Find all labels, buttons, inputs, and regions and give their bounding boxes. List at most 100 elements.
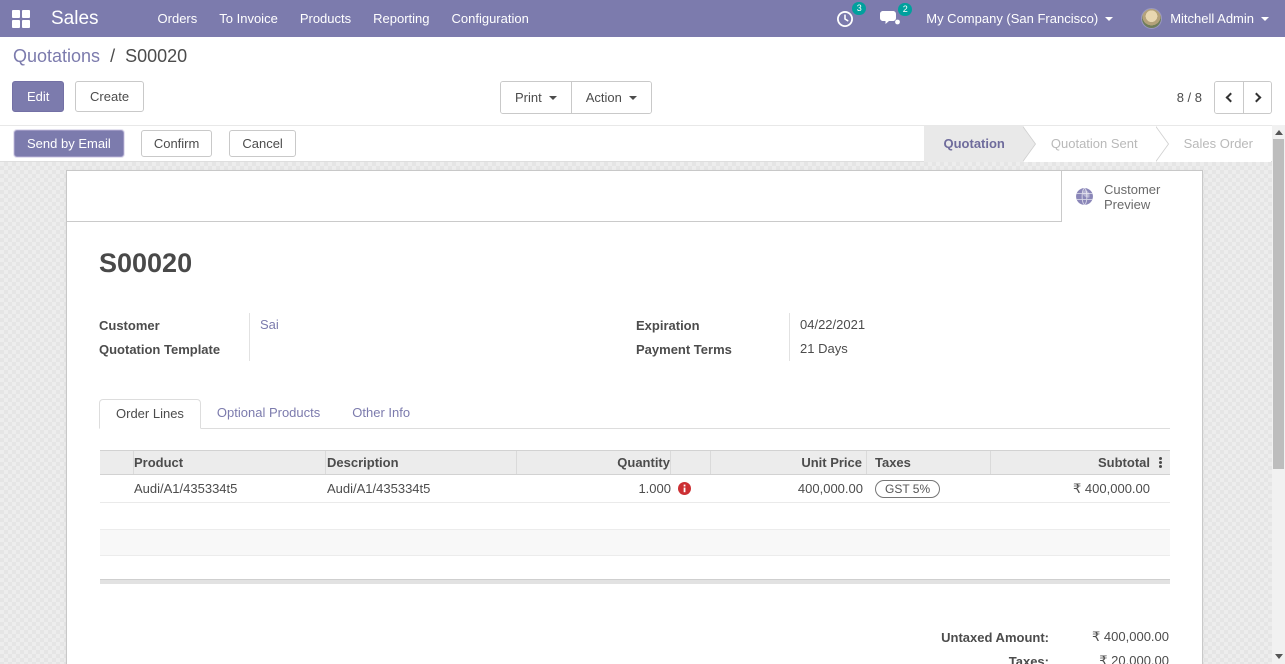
field-group: Customer Sai Quotation Template Expirati…: [67, 313, 1202, 361]
scroll-up-arrow[interactable]: [1272, 125, 1285, 139]
cell-product[interactable]: Audi/A1/435334t5: [134, 481, 326, 496]
taxes-row: Taxes: ₹ 20,000.00: [909, 649, 1169, 664]
print-dropdown-button[interactable]: Print: [501, 82, 571, 113]
customer-value-link[interactable]: Sai: [249, 313, 636, 337]
field-expiration: Expiration 04/22/2021: [636, 313, 1170, 337]
col-header-taxes[interactable]: Taxes: [867, 451, 991, 474]
statusbar: Send by Email Confirm Cancel Quotation Q…: [0, 125, 1285, 162]
col-header-product[interactable]: Product: [134, 451, 326, 474]
scrollbar-thumb[interactable]: [1273, 139, 1284, 469]
expiration-label: Expiration: [636, 317, 700, 333]
payment-terms-value[interactable]: 21 Days: [789, 337, 1170, 361]
customer-label: Customer: [99, 317, 160, 333]
field-quotation-template: Quotation Template: [99, 337, 636, 361]
app-brand-sales[interactable]: Sales: [51, 8, 99, 30]
confirm-button[interactable]: Confirm: [140, 130, 213, 157]
col-header-subtotal[interactable]: Subtotal: [991, 451, 1150, 474]
apps-grid-icon[interactable]: [12, 9, 30, 28]
totals-block: Untaxed Amount: ₹ 400,000.00 Taxes: ₹ 20…: [67, 625, 1169, 664]
empty-list-row[interactable]: [100, 503, 1170, 530]
cancel-button[interactable]: Cancel: [229, 130, 296, 157]
pager-next-button[interactable]: [1243, 82, 1271, 113]
send-by-email-button[interactable]: Send by Email: [14, 130, 124, 157]
chevron-down-icon: [548, 95, 557, 104]
tab-order-lines[interactable]: Order Lines: [99, 399, 201, 429]
optional-columns-icon[interactable]: [1150, 451, 1170, 474]
customer-preview-label: Customer Preview: [1104, 181, 1161, 212]
control-panel-buttons: Edit Create Print Action 8 / 8: [0, 81, 1285, 114]
taxes-label: Taxes:: [1008, 653, 1049, 664]
messages-badge: 2: [898, 2, 913, 16]
control-panel: Quotations / S00020 Edit Create Print Ac…: [0, 37, 1285, 125]
vertical-scrollbar[interactable]: [1272, 125, 1285, 664]
cell-unit-price[interactable]: 400,000.00: [711, 481, 867, 496]
cell-quantity[interactable]: 1.000: [517, 481, 671, 496]
empty-list-row[interactable]: [100, 556, 1170, 579]
untaxed-amount-value: ₹ 400,000.00: [1092, 629, 1169, 644]
pager-previous-button[interactable]: [1215, 82, 1243, 113]
field-customer: Customer Sai: [99, 313, 636, 337]
table-header-row: Product Description Quantity Unit Price …: [100, 450, 1170, 475]
scroll-down-arrow[interactable]: [1272, 649, 1285, 663]
menu-to-invoice[interactable]: To Invoice: [208, 0, 289, 37]
breadcrumb-separator: /: [110, 46, 116, 66]
globe-icon: [1076, 187, 1093, 206]
tab-other-info[interactable]: Other Info: [336, 399, 426, 429]
cell-subtotal: ₹ 400,000.00: [1073, 480, 1150, 496]
chevron-down-icon: [1105, 16, 1114, 25]
expiration-value[interactable]: 04/22/2021: [789, 313, 1170, 337]
empty-list-row[interactable]: [100, 530, 1170, 556]
cell-description[interactable]: Audi/A1/435334t5: [326, 481, 517, 496]
user-menu[interactable]: Mitchell Admin: [1141, 8, 1269, 29]
avatar: [1141, 8, 1163, 29]
breadcrumb-current: S00020: [125, 46, 188, 66]
forecast-info-icon[interactable]: [671, 482, 711, 495]
topbar-systray: 3 2 My Company (San Francisco) Mitchell …: [836, 1, 1269, 29]
create-button[interactable]: Create: [75, 81, 145, 112]
company-name: My Company (San Francisco): [926, 11, 1099, 26]
col-header-spacer: [671, 451, 711, 474]
menu-configuration[interactable]: Configuration: [441, 0, 540, 37]
list-resize-handle[interactable]: [100, 579, 1170, 584]
form-view-background: Customer Preview S00020 Customer Sai Quo…: [0, 162, 1285, 664]
chevron-right-icon: [1251, 92, 1261, 103]
quotation-template-label: Quotation Template: [99, 341, 221, 357]
menu-products[interactable]: Products: [289, 0, 362, 37]
status-pipeline: Quotation Quotation Sent Sales Order: [923, 125, 1271, 162]
company-switcher[interactable]: My Company (San Francisco): [926, 11, 1114, 26]
quotation-title: S00020: [99, 248, 193, 278]
stage-sales-order[interactable]: Sales Order: [1155, 125, 1271, 162]
payment-terms-label: Payment Terms: [636, 341, 732, 357]
pager-count: 8 / 8: [1176, 90, 1202, 105]
messages-icon[interactable]: 2: [880, 2, 913, 27]
row-drag-handle[interactable]: [100, 475, 134, 502]
untaxed-amount-label: Untaxed Amount:: [941, 629, 1049, 645]
print-action-group: Print Action: [500, 81, 652, 114]
chevron-down-icon: [1261, 16, 1269, 25]
order-lines-table: Product Description Quantity Unit Price …: [100, 450, 1170, 584]
quotation-sheet: Customer Preview S00020 Customer Sai Quo…: [66, 170, 1203, 664]
menu-reporting[interactable]: Reporting: [362, 0, 440, 37]
top-navbar: Sales Orders To Invoice Products Reporti…: [0, 0, 1285, 37]
col-header-description[interactable]: Description: [326, 451, 517, 474]
tab-optional-products[interactable]: Optional Products: [201, 399, 336, 429]
edit-button[interactable]: Edit: [12, 81, 65, 112]
pager: 8 / 8: [1177, 81, 1272, 114]
customer-preview-button[interactable]: Customer Preview: [1061, 171, 1202, 222]
col-header-unit-price[interactable]: Unit Price: [711, 451, 867, 474]
chat-bubble-glyph: [880, 10, 901, 24]
tax-tag[interactable]: GST 5%: [875, 479, 941, 498]
order-line-row[interactable]: Audi/A1/435334t5 Audi/A1/435334t5 1.000 …: [100, 475, 1170, 503]
activity-clock-icon[interactable]: 3: [836, 1, 867, 28]
breadcrumb: Quotations / S00020: [0, 46, 1285, 70]
stage-quotation[interactable]: Quotation: [923, 125, 1037, 162]
breadcrumb-quotations[interactable]: Quotations: [13, 46, 100, 66]
stage-quotation-sent[interactable]: Quotation Sent: [1022, 125, 1169, 162]
taxes-value: ₹ 20,000.00: [1099, 653, 1169, 664]
untaxed-amount-row: Untaxed Amount: ₹ 400,000.00: [909, 625, 1169, 649]
menu-orders[interactable]: Orders: [147, 0, 209, 37]
quotation-template-value[interactable]: [249, 337, 636, 361]
action-dropdown-button[interactable]: Action: [570, 82, 651, 113]
chevron-left-icon: [1225, 92, 1236, 103]
col-header-quantity[interactable]: Quantity: [517, 451, 671, 474]
